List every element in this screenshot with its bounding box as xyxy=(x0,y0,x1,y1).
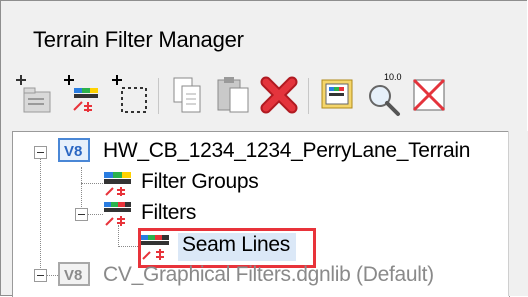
paste-button[interactable] xyxy=(212,72,256,118)
copy-button[interactable] xyxy=(166,72,210,118)
add-filter-icon xyxy=(64,75,98,112)
svg-text:V8: V8 xyxy=(64,143,82,160)
expand-collapse-toggle[interactable] xyxy=(34,269,47,282)
filters-icon xyxy=(104,202,131,226)
tree-connector xyxy=(81,183,103,184)
tree-connector xyxy=(88,214,103,215)
delete-button[interactable] xyxy=(258,72,302,118)
view-filter-icon xyxy=(321,79,353,109)
v8-library-icon: V8 xyxy=(58,262,90,286)
tree-item-filter-groups[interactable]: Filter Groups xyxy=(141,170,259,194)
window-title: Terrain Filter Manager xyxy=(33,27,244,52)
toolbar-separator xyxy=(308,78,309,114)
expand-collapse-toggle[interactable] xyxy=(34,146,47,159)
tree-connector xyxy=(46,275,58,276)
tree-item-library[interactable]: CV_Graphical Filters.dgnlib (Default) xyxy=(103,263,434,287)
tree-connector xyxy=(118,246,138,247)
clear-filter-button[interactable] xyxy=(408,72,452,118)
callout-highlight-box xyxy=(138,228,316,268)
copy-icon xyxy=(173,77,201,113)
clear-filter-icon xyxy=(412,78,446,112)
zoom-filter-button[interactable]: 10.0 xyxy=(362,72,406,118)
add-selection-icon xyxy=(112,75,147,113)
add-group-button[interactable] xyxy=(12,72,56,118)
tree-item-filters[interactable]: Filters xyxy=(141,201,196,225)
expand-collapse-toggle[interactable] xyxy=(75,208,88,221)
view-filter-button[interactable] xyxy=(316,72,360,118)
toolbar-separator xyxy=(158,78,159,114)
tree-item-root[interactable]: HW_CB_1234_1234_PerryLane_Terrain xyxy=(103,139,470,163)
add-filter-button[interactable] xyxy=(60,72,104,118)
v8-file-icon: V8 xyxy=(58,138,90,162)
zoom-badge: 10.0 xyxy=(384,72,402,82)
tree-connector xyxy=(118,225,119,247)
svg-text:V8: V8 xyxy=(64,267,82,284)
add-folder-icon xyxy=(16,75,51,113)
toolbar: 10.0 xyxy=(12,72,528,122)
paste-icon xyxy=(217,77,249,113)
filter-group-icon xyxy=(104,172,131,196)
add-selection-button[interactable] xyxy=(108,72,152,118)
delete-x-icon xyxy=(260,76,298,114)
tree-connector xyxy=(40,158,41,276)
details-panel xyxy=(508,131,528,296)
